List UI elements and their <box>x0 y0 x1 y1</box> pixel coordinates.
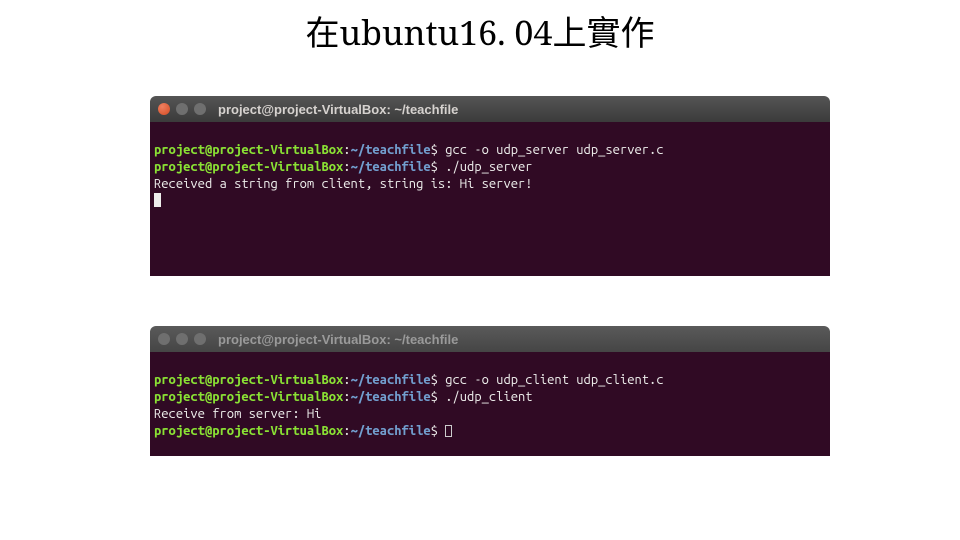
close-icon[interactable] <box>158 103 170 115</box>
prompt-dollar: $ <box>431 390 438 404</box>
prompt-userhost: project@project-VirtualBox <box>154 373 343 387</box>
minimize-icon[interactable] <box>176 103 188 115</box>
prompt-userhost: project@project-VirtualBox <box>154 160 343 174</box>
prompt-userhost: project@project-VirtualBox <box>154 143 343 157</box>
prompt-dollar: $ <box>431 143 438 157</box>
prompt-path: ~/teachfile <box>351 373 431 387</box>
terminal-client-body[interactable]: project@project-VirtualBox:~/teachfile$ … <box>150 352 830 456</box>
prompt-colon: : <box>343 390 350 404</box>
output-text: Received a string from client, string is… <box>154 177 533 191</box>
prompt-colon: : <box>343 424 350 438</box>
prompt-path: ~/teachfile <box>351 390 431 404</box>
minimize-icon[interactable] <box>176 333 188 345</box>
output-text: Receive from server: Hi <box>154 407 321 421</box>
prompt-colon: : <box>343 143 350 157</box>
window-title: project@project-VirtualBox: ~/teachfile <box>218 332 458 347</box>
maximize-icon[interactable] <box>194 333 206 345</box>
prompt-colon: : <box>343 160 350 174</box>
terminal-client-window: project@project-VirtualBox: ~/teachfile … <box>150 326 830 456</box>
titlebar-server[interactable]: project@project-VirtualBox: ~/teachfile <box>150 96 830 122</box>
prompt-path: ~/teachfile <box>351 143 431 157</box>
prompt-dollar: $ <box>431 373 438 387</box>
prompt-userhost: project@project-VirtualBox <box>154 390 343 404</box>
prompt-dollar: $ <box>431 160 438 174</box>
cursor-icon <box>445 425 452 437</box>
command-text: ./udp_client <box>445 390 532 404</box>
prompt-colon: : <box>343 373 350 387</box>
terminal-server-window: project@project-VirtualBox: ~/teachfile … <box>150 96 830 276</box>
prompt-path: ~/teachfile <box>351 424 431 438</box>
command-text: gcc -o udp_server udp_server.c <box>445 143 663 157</box>
prompt-dollar: $ <box>431 424 438 438</box>
close-icon[interactable] <box>158 333 170 345</box>
command-text: ./udp_server <box>445 160 532 174</box>
slide-title: 在ubuntu16. 04上實作 <box>0 0 960 73</box>
titlebar-client[interactable]: project@project-VirtualBox: ~/teachfile <box>150 326 830 352</box>
terminal-server-body[interactable]: project@project-VirtualBox:~/teachfile$ … <box>150 122 830 276</box>
command-text: gcc -o udp_client udp_client.c <box>445 373 663 387</box>
prompt-userhost: project@project-VirtualBox <box>154 424 343 438</box>
prompt-path: ~/teachfile <box>351 160 431 174</box>
cursor-icon <box>154 193 161 207</box>
window-title: project@project-VirtualBox: ~/teachfile <box>218 102 458 117</box>
maximize-icon[interactable] <box>194 103 206 115</box>
